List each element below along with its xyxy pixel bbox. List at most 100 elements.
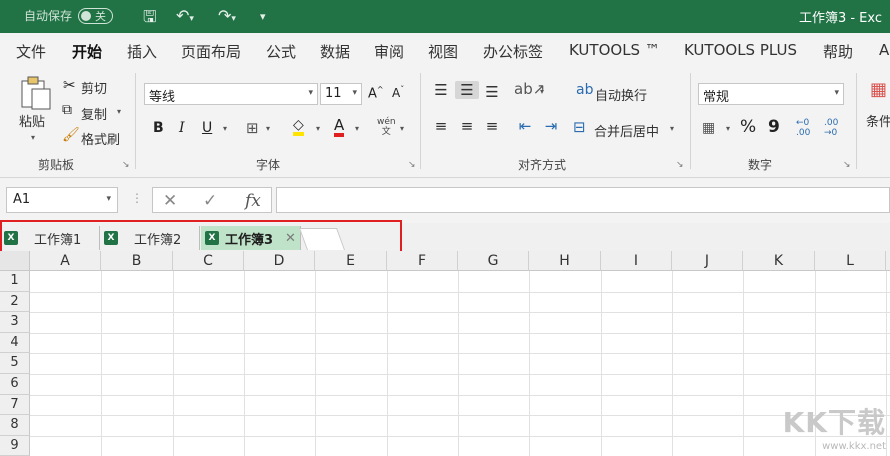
insert-function-icon[interactable]: fx bbox=[245, 191, 261, 211]
name-box[interactable]: A1 ▾ bbox=[6, 187, 118, 213]
align-bottom-icon[interactable]: ☰ bbox=[482, 83, 502, 101]
row-header[interactable]: 1 bbox=[0, 271, 30, 292]
phonetic-dropdown-icon[interactable]: ▾ bbox=[400, 124, 404, 133]
align-left-icon[interactable]: ≡ bbox=[431, 117, 451, 135]
fill-color-dropdown-icon[interactable]: ▾ bbox=[316, 124, 320, 133]
tab-page-layout[interactable]: 页面布局 bbox=[181, 41, 241, 62]
cancel-icon[interactable]: ✕ bbox=[163, 191, 177, 211]
paste-icon[interactable] bbox=[18, 75, 52, 110]
conditional-formatting-button[interactable]: 条件 bbox=[866, 111, 890, 130]
row-header[interactable]: 8 bbox=[0, 415, 30, 436]
copy-icon[interactable]: ⧉ bbox=[62, 102, 72, 118]
fill-color-icon[interactable]: ◇ bbox=[293, 118, 304, 136]
cut-button[interactable]: 剪切 bbox=[81, 78, 107, 97]
shrink-font-icon[interactable]: Aˇ bbox=[392, 85, 404, 100]
align-center-icon[interactable]: ≡ bbox=[457, 117, 477, 135]
row-header[interactable]: 3 bbox=[0, 312, 30, 333]
column-header[interactable]: B bbox=[101, 251, 173, 271]
copy-button[interactable]: 复制 bbox=[81, 104, 107, 123]
tab-formulas[interactable]: 公式 bbox=[266, 41, 296, 62]
tab-kutools-plus[interactable]: KUTOOLS PLUS bbox=[684, 41, 797, 59]
clipboard-launcher-icon[interactable]: ↘ bbox=[122, 160, 130, 170]
increase-decimal-icon[interactable]: ←0.00 bbox=[796, 118, 810, 138]
column-header[interactable]: J bbox=[672, 251, 743, 271]
paste-dropdown-icon[interactable]: ▾ bbox=[31, 133, 35, 142]
enter-icon[interactable]: ✓ bbox=[203, 191, 217, 211]
font-name-select[interactable]: 等线 ▾ bbox=[144, 83, 318, 105]
accounting-format-icon[interactable]: ▦ bbox=[702, 120, 715, 136]
tab-more[interactable]: A bbox=[879, 41, 889, 59]
number-launcher-icon[interactable]: ↘ bbox=[843, 160, 851, 170]
orientation-dropdown-icon[interactable]: ▾ bbox=[540, 87, 544, 96]
bold-button[interactable]: B bbox=[153, 120, 164, 136]
worksheet-grid[interactable]: A B C D E F G H I J K L 1 2 3 4 5 6 7 8 … bbox=[0, 251, 890, 456]
save-icon[interactable]: 🖫 bbox=[143, 6, 157, 33]
row-header[interactable]: 4 bbox=[0, 332, 30, 354]
undo-icon[interactable]: ↶▾ bbox=[176, 6, 194, 25]
decrease-decimal-icon[interactable]: .00 →0 bbox=[824, 118, 838, 138]
column-header[interactable]: G bbox=[458, 251, 529, 271]
tab-help[interactable]: 帮助 bbox=[823, 41, 853, 62]
underline-dropdown-icon[interactable]: ▾ bbox=[223, 124, 227, 133]
row-header[interactable]: 7 bbox=[0, 394, 30, 416]
font-color-icon[interactable]: A bbox=[334, 118, 345, 137]
column-header[interactable]: D bbox=[244, 251, 315, 271]
font-size-select[interactable]: 11 ▾ bbox=[320, 83, 362, 105]
paste-button[interactable]: 粘贴 bbox=[19, 111, 45, 130]
borders-dropdown-icon[interactable]: ▾ bbox=[266, 124, 270, 133]
align-middle-icon[interactable]: ☰ bbox=[455, 81, 479, 99]
copy-dropdown-icon[interactable]: ▾ bbox=[117, 107, 121, 116]
merge-center-button[interactable]: 合并后居中 bbox=[594, 121, 659, 140]
select-all-corner[interactable] bbox=[0, 251, 30, 271]
number-format-select[interactable]: 常规 ▾ bbox=[698, 83, 844, 105]
row-header[interactable]: 9 bbox=[0, 435, 30, 456]
underline-button[interactable]: U bbox=[202, 120, 212, 136]
conditional-formatting-icon[interactable]: ▦ bbox=[870, 79, 887, 100]
column-header[interactable]: L bbox=[815, 251, 886, 271]
italic-button[interactable]: I bbox=[179, 120, 185, 136]
redo-icon[interactable]: ↷▾ bbox=[218, 6, 236, 25]
row-header[interactable]: 6 bbox=[0, 374, 30, 395]
column-header[interactable]: C bbox=[173, 251, 244, 271]
formula-input[interactable] bbox=[276, 187, 890, 213]
phonetic-guide-icon[interactable]: wén 文 bbox=[377, 117, 396, 137]
increase-indent-icon[interactable]: ⇥ bbox=[540, 117, 562, 135]
tab-data[interactable]: 数据 bbox=[320, 41, 350, 62]
autosave-control[interactable]: 自动保存 关 bbox=[24, 7, 114, 24]
tab-insert[interactable]: 插入 bbox=[127, 41, 157, 62]
column-header[interactable]: F bbox=[387, 251, 458, 271]
align-right-icon[interactable]: ≡ bbox=[482, 117, 502, 135]
grow-font-icon[interactable]: A^ bbox=[368, 85, 384, 101]
font-color-dropdown-icon[interactable]: ▾ bbox=[355, 124, 359, 133]
merge-dropdown-icon[interactable]: ▾ bbox=[670, 124, 674, 133]
decrease-indent-icon[interactable]: ⇤ bbox=[514, 117, 536, 135]
scissors-icon[interactable]: ✂ bbox=[63, 76, 76, 94]
tab-kutools[interactable]: KUTOOLS ™ bbox=[569, 41, 660, 59]
alignment-launcher-icon[interactable]: ↘ bbox=[676, 160, 684, 170]
wrap-text-button[interactable]: 自动换行 bbox=[595, 85, 647, 104]
customize-quick-access-icon[interactable]: ▾ bbox=[260, 10, 266, 23]
align-top-icon[interactable]: ☰ bbox=[431, 81, 451, 99]
row-header[interactable]: 5 bbox=[0, 353, 30, 374]
format-painter-icon[interactable]: 🖌 bbox=[62, 127, 80, 143]
column-header[interactable]: A bbox=[30, 251, 101, 271]
tab-review[interactable]: 审阅 bbox=[374, 41, 404, 62]
tab-file[interactable]: 文件 bbox=[16, 41, 46, 62]
percent-button[interactable]: % bbox=[740, 117, 756, 137]
row-header[interactable]: 2 bbox=[0, 291, 30, 313]
column-header[interactable]: H bbox=[529, 251, 601, 271]
comma-style-button[interactable]: 9 bbox=[768, 117, 780, 137]
tab-office-tab[interactable]: 办公标签 bbox=[483, 41, 543, 62]
column-header[interactable]: I bbox=[601, 251, 672, 271]
column-header[interactable]: E bbox=[315, 251, 387, 271]
borders-icon[interactable]: ⊞ bbox=[246, 119, 259, 137]
merge-center-icon[interactable]: ⊟ bbox=[573, 118, 586, 136]
column-header[interactable]: K bbox=[743, 251, 815, 271]
font-launcher-icon[interactable]: ↘ bbox=[408, 160, 416, 170]
accounting-dropdown-icon[interactable]: ▾ bbox=[726, 124, 730, 133]
formula-bar-grip-icon[interactable]: ⋮ bbox=[131, 191, 143, 205]
orientation-icon[interactable]: ab↗ bbox=[514, 80, 545, 98]
column-header-partial[interactable] bbox=[886, 251, 890, 271]
tab-home[interactable]: 开始 bbox=[72, 41, 103, 70]
autosave-toggle[interactable]: 关 bbox=[78, 7, 114, 24]
